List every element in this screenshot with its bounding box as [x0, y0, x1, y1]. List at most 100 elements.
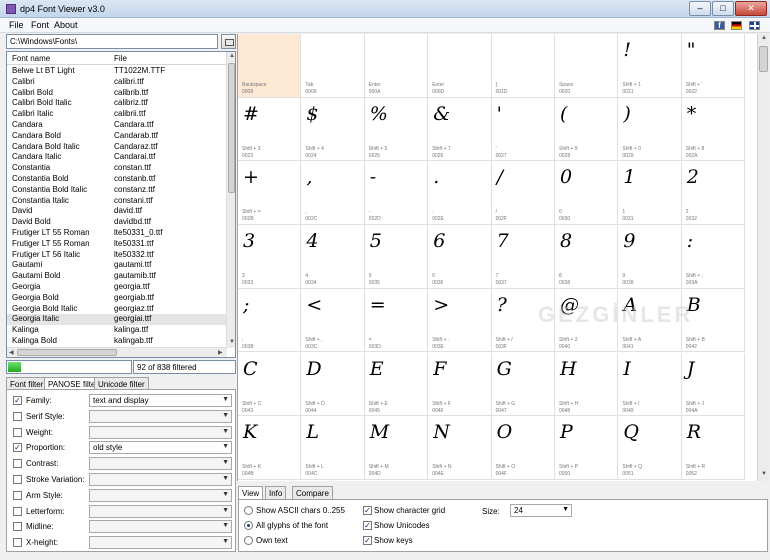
panose-checkbox[interactable] [13, 490, 22, 500]
glyph-cell[interactable]: E Shift + E 0045 [364, 352, 429, 417]
font-list-row[interactable]: Kalinga kalinga.ttf [7, 325, 227, 336]
font-list-row[interactable]: Calibri Bold calibrib.ttf [7, 88, 227, 99]
glyph-cell[interactable]: > Shift + . 003E [428, 288, 492, 353]
font-list-row[interactable]: Candara Italic Candarai.ttf [7, 152, 227, 163]
font-list-row[interactable]: Constantia Bold constanb.ttf [7, 174, 227, 185]
font-list-horizontal-scrollbar[interactable]: ◀ ▶ [7, 347, 227, 357]
glyph-cell[interactable]: ! Shift + 1 0021 [618, 34, 682, 98]
glyph-cell[interactable]: ;; 003B [238, 288, 302, 353]
glyph-cell[interactable]: = = 003D [364, 288, 429, 353]
font-list-row[interactable]: Constantia constan.ttf [7, 163, 227, 174]
own-text-radio[interactable] [244, 536, 253, 545]
glyph-cell[interactable]: ) Shift + 0 0029 [618, 97, 682, 162]
show-unicodes-checkbox[interactable]: ✓ [363, 521, 372, 530]
glyph-cell[interactable]: F Shift + F 0046 [428, 352, 492, 417]
glyph-cell[interactable]: ,, 002C [301, 161, 365, 226]
all-glyphs-radio[interactable] [244, 521, 253, 530]
font-list-row[interactable]: Candara Bold Candarab.ttf [7, 131, 227, 142]
glyph-cell[interactable]: * Shift + 8 002A [681, 97, 746, 162]
font-list-row[interactable]: Belwe Lt BT Light TT1022M.TTF [7, 66, 227, 77]
maximize-button[interactable]: □ [712, 1, 734, 16]
glyph-cell[interactable]: O Shift + O 004F [491, 416, 555, 480]
font-list-row[interactable]: Georgia Bold Italic georgiaz.ttf [7, 304, 227, 315]
panose-dropdown[interactable]: ▼ [89, 504, 232, 518]
glyph-cell[interactable]: $ Shift + 4 0024 [301, 97, 365, 162]
glyph-cell[interactable]: 0 0 0030 [555, 161, 619, 226]
facebook-icon[interactable]: f [714, 21, 725, 30]
browse-folder-button[interactable] [221, 34, 236, 49]
glyph-cell[interactable]: 2 2 0032 [681, 161, 746, 226]
menu-file[interactable]: File [9, 20, 24, 30]
german-flag-icon[interactable] [731, 21, 742, 30]
glyph-cell[interactable]: 4 4 0034 [301, 225, 365, 289]
panose-checkbox[interactable]: ✓ [13, 396, 22, 405]
glyph-cell[interactable]: D Shift + D 0044 [301, 352, 365, 417]
panose-dropdown[interactable]: ▼ [89, 457, 232, 471]
font-list-row[interactable]: Georgia Italic georgiai.ttf [7, 314, 227, 326]
close-button[interactable]: ✕ [735, 1, 767, 16]
show-ascii-radio[interactable] [244, 506, 253, 515]
glyph-cell[interactable]: C Shift + C 0043 [238, 352, 302, 417]
column-header-file[interactable]: File [114, 54, 127, 63]
panose-checkbox[interactable] [13, 538, 22, 548]
tab-compare[interactable]: Compare [292, 486, 333, 499]
show-keys-checkbox[interactable]: ✓ [363, 536, 372, 545]
font-list-vertical-scrollbar[interactable]: ▲ ▼ [226, 52, 235, 348]
glyph-cell[interactable]: P Shift + P 0050 [555, 416, 619, 480]
panose-checkbox[interactable] [13, 427, 22, 437]
panose-dropdown[interactable]: ▼ [89, 409, 232, 423]
glyph-cell[interactable]: N Shift + N 004E [428, 416, 492, 480]
glyph-cell[interactable]: # Shift + 3 0023 [238, 97, 302, 162]
menu-font[interactable]: Font [31, 20, 49, 30]
panose-checkbox[interactable] [13, 459, 22, 469]
panose-checkbox[interactable]: ✓ [13, 443, 22, 453]
font-list-row[interactable]: Calibri Italic calibrii.ttf [7, 109, 227, 120]
font-list-row[interactable]: Frutiger LT 56 Italic lte50332.ttf [7, 250, 227, 261]
tab-view[interactable]: View [238, 486, 264, 500]
glyph-cell[interactable]: I Shift + I 0049 [618, 352, 682, 417]
column-header-font-name[interactable]: Font name [12, 54, 50, 63]
panose-dropdown[interactable]: ▼ [89, 488, 232, 502]
glyph-cell[interactable]: K Shift + K 004B [238, 416, 302, 480]
glyph-cell[interactable]: ' ' 0027 [491, 97, 555, 162]
glyph-cell[interactable]: H Shift + H 0048 [555, 352, 619, 417]
panose-dropdown[interactable]: ▼ [89, 536, 232, 550]
font-list-row[interactable]: Georgia georgia.ttf [7, 282, 227, 293]
glyph-cell[interactable]: ] 001D [491, 34, 555, 98]
glyph-cell[interactable]: R Shift + R 0052 [681, 416, 746, 480]
glyph-cell[interactable]: Enter 000A [364, 34, 429, 98]
folder-path-input[interactable]: C:\Windows\Fonts\ [6, 34, 218, 49]
glyph-cell[interactable]: 7 7 0037 [491, 225, 555, 289]
glyph-cell[interactable]: //002F [491, 161, 555, 226]
glyph-cell[interactable]: + Shift + = 002B [238, 161, 302, 226]
glyph-cell[interactable]: Backspace 0008 [238, 34, 302, 98]
font-list-row[interactable]: Gautami Bold gautamib.ttf [7, 271, 227, 282]
glyph-cell[interactable]: Enter 000D [428, 34, 492, 98]
glyph-cell[interactable]: L Shift + L 004C [301, 416, 365, 480]
font-list-row[interactable]: Calibri calibri.ttf [7, 77, 227, 88]
scrollbar-thumb[interactable] [17, 349, 117, 356]
scrollbar-thumb[interactable] [759, 46, 768, 72]
panose-checkbox[interactable] [13, 475, 22, 484]
glyph-cell[interactable]: 9 9 0039 [618, 225, 682, 289]
panose-checkbox[interactable] [13, 411, 22, 421]
english-flag-icon[interactable] [749, 21, 760, 30]
panose-dropdown[interactable]: ▼ [89, 520, 232, 534]
glyph-cell[interactable]: G Shift + G 0047 [491, 352, 555, 417]
glyph-cell[interactable]: Q Shift + Q 0051 [618, 416, 682, 480]
glyph-cell[interactable]: 1 1 0031 [618, 161, 682, 226]
glyph-cell[interactable]: : Shift + ; 003A [681, 225, 746, 289]
glyph-cell[interactable]: J Shift + J 004A [681, 352, 746, 417]
glyph-cell[interactable]: 8 8 0038 [555, 225, 619, 289]
glyph-cell[interactable]: < Shift + , 003C [301, 288, 365, 353]
glyph-cell[interactable]: & Shift + 7 0026 [428, 97, 492, 162]
glyph-cell[interactable]: 5 5 0035 [364, 225, 429, 289]
panose-dropdown[interactable]: ▼ [89, 425, 232, 439]
font-list-row[interactable]: David david.ttf [7, 206, 227, 217]
font-list-row[interactable]: Constantia Bold Italic constanz.ttf [7, 185, 227, 196]
glyph-cell[interactable]: Tab 0009 [301, 34, 365, 98]
font-list-row[interactable]: David Bold davidbd.ttf [7, 217, 227, 228]
panose-checkbox[interactable] [13, 522, 22, 532]
font-list-row[interactable]: Constantia Italic constani.ttf [7, 196, 227, 207]
glyph-grid-scrollbar[interactable]: ▲ ▼ [757, 34, 769, 481]
